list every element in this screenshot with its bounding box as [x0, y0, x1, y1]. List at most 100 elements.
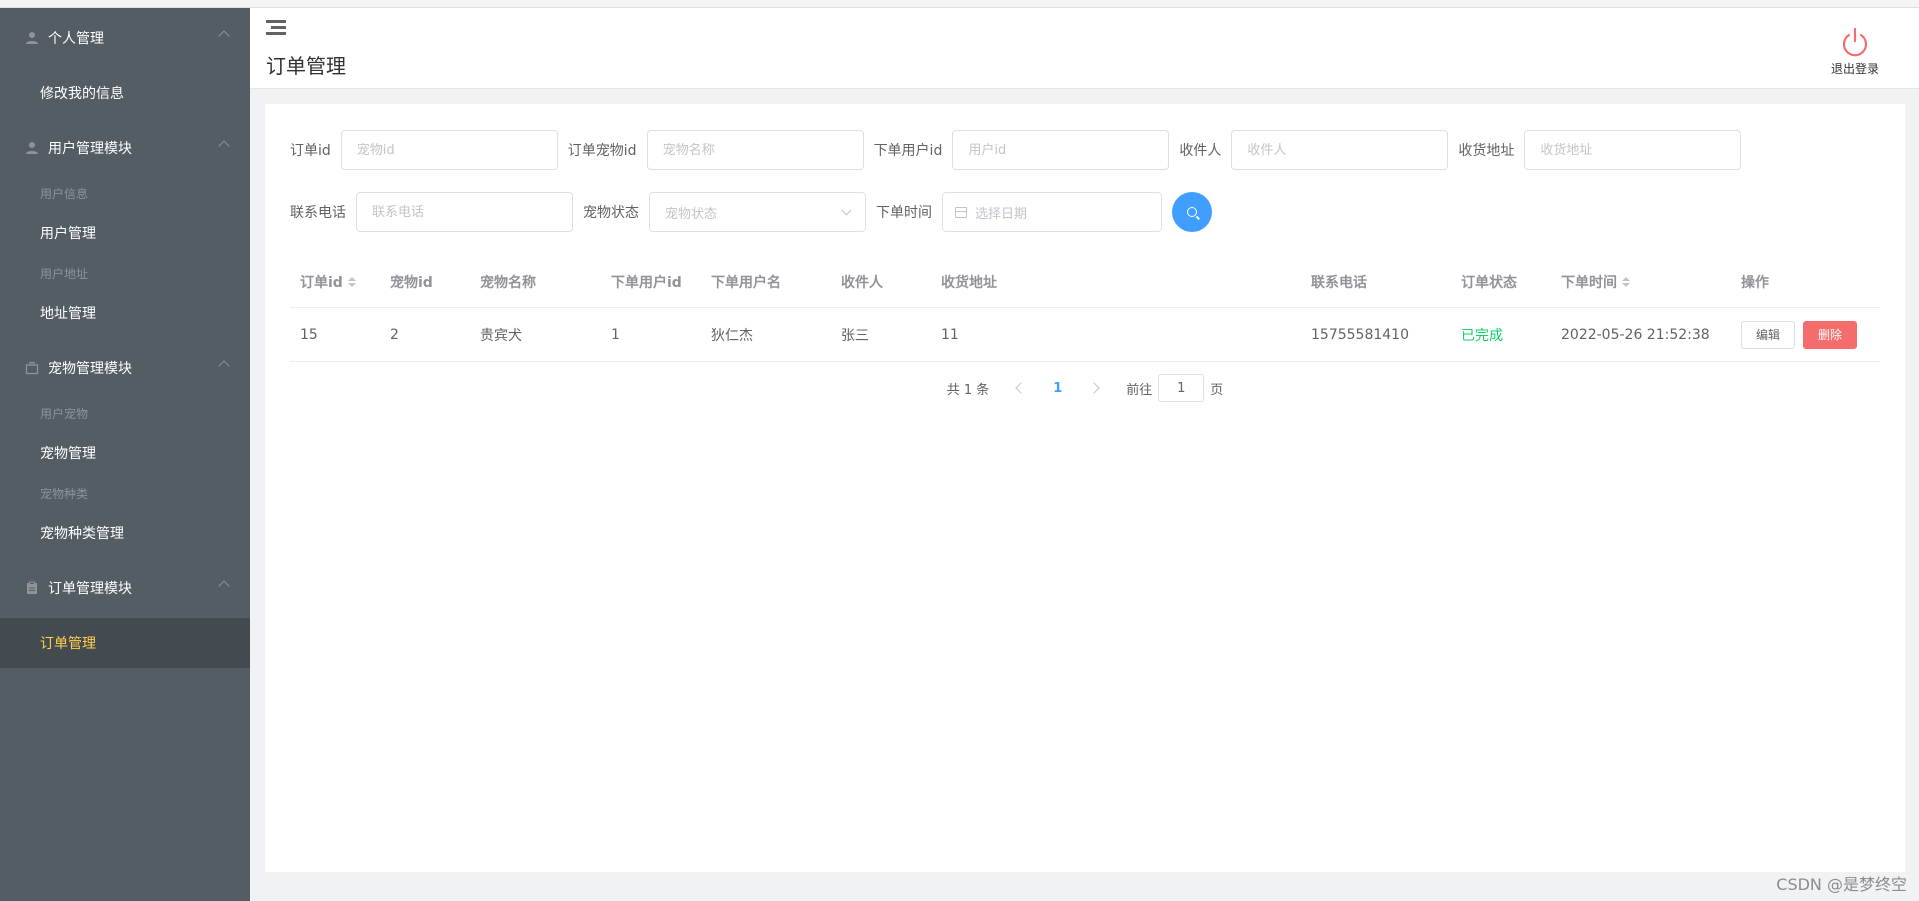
goto-prefix: 前往: [1126, 382, 1153, 398]
cell-actions: 编辑 删除: [1731, 320, 1880, 349]
phone-input[interactable]: [356, 192, 573, 232]
sidebar-subgroup-pet-types: 宠物种类: [40, 486, 89, 501]
sidebar-subgroup-user-address: 用户地址: [40, 266, 89, 281]
col-user-id: 下单用户id: [611, 274, 682, 291]
sidebar-subgroup-user-info: 用户信息: [40, 186, 89, 201]
col-order-id[interactable]: 订单id: [290, 272, 380, 292]
user-icon: [24, 140, 40, 156]
sidebar-group-pet-management[interactable]: 宠物管理模块: [0, 338, 250, 398]
pagination-total: 共 1 条: [946, 382, 990, 398]
search-button[interactable]: [1172, 192, 1212, 232]
cell-receiver: 张三: [841, 327, 869, 344]
phone-label: 联系电话: [290, 205, 346, 221]
app-root: 个人管理 修改我的信息 用户管理模块 用户信息 用户管理 用户地址 地址管理 宠…: [0, 0, 1919, 901]
clipboard-icon: [24, 580, 40, 596]
logout-label: 退出登录: [1830, 62, 1879, 76]
briefcase-icon: [24, 360, 40, 376]
col-username: 下单用户名: [711, 274, 781, 291]
sidebar-group-personal[interactable]: 个人管理: [0, 8, 250, 68]
sidebar-subgroup-user-pets: 用户宠物: [40, 406, 89, 421]
chevron-up-icon: [218, 360, 230, 372]
sidebar-item-edit-my-info[interactable]: 修改我的信息: [0, 68, 250, 118]
chevron-up-icon: [218, 580, 230, 592]
filter-row-2: 联系电话 宠物状态 宠物状态 下单时间 选择日期: [290, 192, 1212, 232]
delete-button[interactable]: 删除: [1803, 320, 1858, 349]
sort-icon[interactable]: [1622, 276, 1630, 287]
chevron-up-icon: [218, 30, 230, 42]
col-pet-name: 宠物名称: [480, 274, 536, 291]
receiver-input[interactable]: [1231, 130, 1449, 170]
address-label: 收货地址: [1458, 143, 1515, 159]
cell-username: 狄仁杰: [711, 327, 753, 344]
col-label: 订单id: [300, 274, 343, 291]
orders-table: 订单id 宠物id 宠物名称 下单用户id 下单用户名 收件人 收货地址 联系电…: [290, 256, 1880, 362]
sidebar-group-order-management[interactable]: 订单管理模块: [0, 558, 250, 618]
sort-icon[interactable]: [347, 276, 356, 287]
table-header: 订单id 宠物id 宠物名称 下单用户id 下单用户名 收件人 收货地址 联系电…: [290, 256, 1880, 308]
sidebar-item-pet-type-management[interactable]: 宠物种类管理: [0, 508, 250, 558]
filter-row-1: 订单id 订单宠物id 下单用户id 收件人 收货地址: [290, 130, 1742, 170]
order-id-label: 订单id: [290, 143, 331, 159]
header: 订单管理 退出登录: [250, 8, 1919, 89]
goto-page-input[interactable]: 1: [1158, 374, 1205, 402]
chevron-down-icon: [841, 205, 852, 215]
watermark: CSDN @是梦终空: [1776, 875, 1907, 894]
pagination: 共 1 条 1 前往 1 页: [265, 374, 1905, 402]
receiver-label: 收件人: [1179, 143, 1222, 159]
col-status: 订单状态: [1461, 274, 1517, 291]
col-order-time[interactable]: 下单时间: [1551, 272, 1731, 292]
sidebar-item-pet-management[interactable]: 宠物管理: [0, 428, 250, 478]
pet-status-select[interactable]: 宠物状态: [649, 192, 866, 232]
cell-status: 已完成: [1461, 327, 1503, 344]
user-id-label: 下单用户id: [873, 143, 943, 159]
sidebar-item-address-management[interactable]: 地址管理: [0, 288, 250, 338]
order-time-datepicker[interactable]: 选择日期: [942, 192, 1162, 232]
cell-address: 11: [941, 326, 959, 343]
sidebar-group-label: 个人管理: [48, 31, 104, 47]
cell-pet-id: 2: [390, 326, 399, 343]
page-title: 订单管理: [266, 54, 346, 78]
sidebar-group-label: 订单管理模块: [48, 581, 132, 597]
user-id-input[interactable]: [952, 130, 1170, 170]
sidebar: 个人管理 修改我的信息 用户管理模块 用户信息 用户管理 用户地址 地址管理 宠…: [0, 8, 250, 901]
col-actions: 操作: [1741, 274, 1769, 291]
sidebar-group-label: 用户管理模块: [48, 141, 132, 157]
col-phone: 联系电话: [1311, 274, 1367, 291]
menu-fold-icon[interactable]: [266, 20, 286, 38]
pagination-goto: 前往 1 页: [1126, 374, 1223, 402]
cell-user-id: 1: [611, 326, 620, 343]
power-icon: [1842, 27, 1868, 57]
col-receiver: 收件人: [841, 274, 883, 291]
search-icon: [1187, 207, 1197, 217]
pet-status-placeholder: 宠物状态: [665, 206, 718, 222]
address-input[interactable]: [1524, 130, 1742, 170]
sidebar-item-user-management[interactable]: 用户管理: [0, 208, 250, 258]
sidebar-group-label: 宠物管理模块: [48, 361, 132, 377]
calendar-icon: [955, 206, 967, 218]
col-label: 下单时间: [1561, 274, 1617, 291]
browser-top-border: [0, 0, 1919, 8]
logout-button[interactable]: 退出登录: [1825, 26, 1885, 77]
goto-suffix: 页: [1210, 382, 1224, 398]
cell-pet-name: 贵宾犬: [480, 327, 522, 344]
pagination-current-page[interactable]: 1: [1053, 381, 1062, 396]
col-address: 收货地址: [941, 274, 997, 291]
pet-id-input[interactable]: [646, 130, 864, 170]
chevron-up-icon: [218, 140, 230, 152]
cell-order-id: 15: [300, 326, 318, 343]
chevron-right-icon[interactable]: [1088, 382, 1100, 394]
edit-button[interactable]: 编辑: [1741, 320, 1796, 349]
col-pet-id: 宠物id: [390, 274, 433, 291]
sidebar-item-order-management[interactable]: 订单管理: [0, 618, 250, 668]
sidebar-group-user-management[interactable]: 用户管理模块: [0, 118, 250, 178]
chevron-left-icon[interactable]: [1015, 382, 1027, 394]
cell-order-time: 2022-05-26 21:52:38: [1561, 326, 1710, 343]
main-card: 订单id 订单宠物id 下单用户id 收件人 收货地址 联系电话 宠物状态 宠物…: [265, 104, 1905, 872]
pet-status-label: 宠物状态: [583, 205, 639, 221]
cell-phone: 15755581410: [1311, 326, 1409, 343]
order-time-placeholder: 选择日期: [975, 206, 1028, 222]
pet-id-label: 订单宠物id: [567, 143, 637, 159]
table-row: 15 2 贵宾犬 1 狄仁杰 张三 11 15755581410 已完成 202…: [290, 308, 1880, 362]
order-id-input[interactable]: [340, 130, 558, 170]
user-icon: [24, 30, 40, 46]
